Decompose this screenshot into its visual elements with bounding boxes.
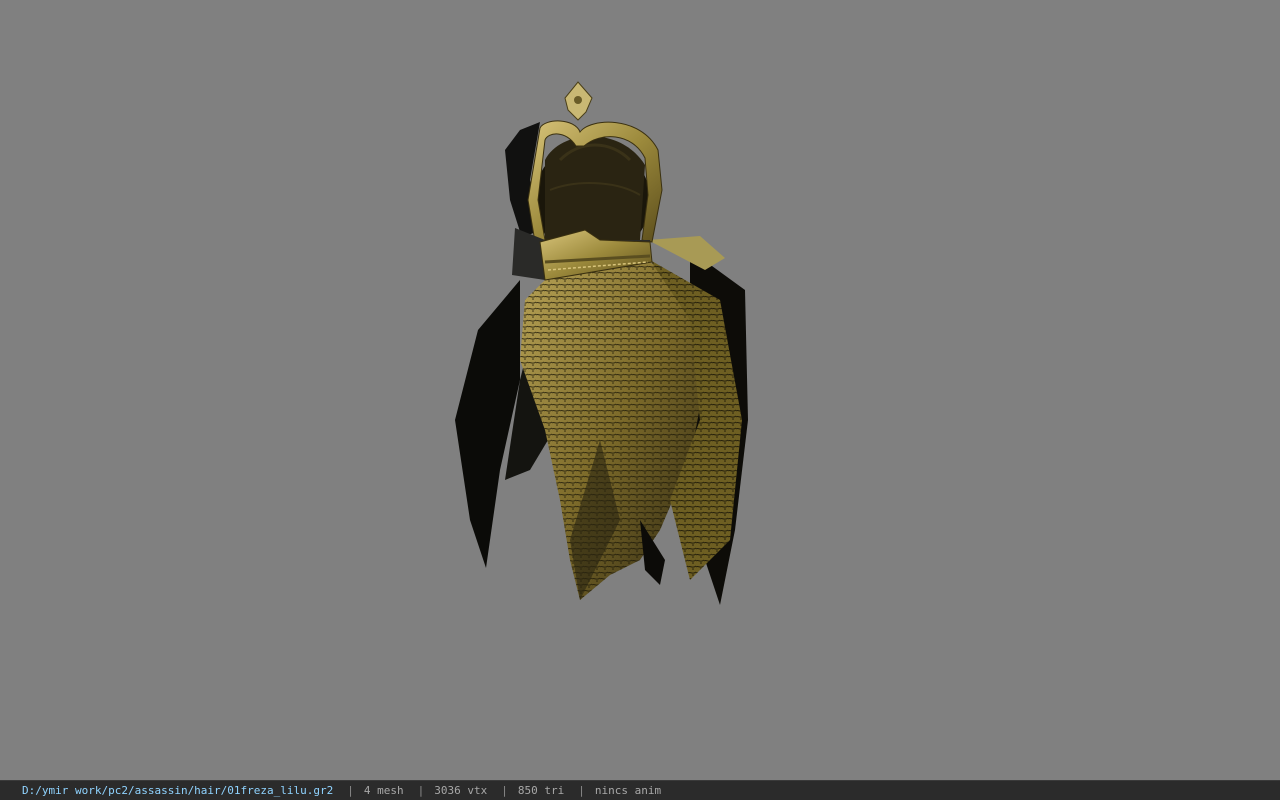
status-bar: D:/ymir work/pc2/assassin/hair/01freza_l… xyxy=(0,780,1280,800)
hair-crown-model[interactable] xyxy=(0,0,1280,780)
file-path-label: D:/ymir work/pc2/assassin/hair/01freza_l… xyxy=(22,784,334,797)
model-viewport[interactable] xyxy=(0,0,1280,780)
gold-drape xyxy=(520,260,742,600)
triangle-count-label: 850 tri xyxy=(517,784,565,797)
separator: | xyxy=(578,784,585,797)
animation-status-label: nincs anim xyxy=(594,784,662,797)
mesh-count-label: 4 mesh xyxy=(363,784,404,797)
separator: | xyxy=(501,784,508,797)
separator: | xyxy=(417,784,425,797)
vertex-count-label: 3036 vtx xyxy=(434,784,488,797)
separator: | xyxy=(347,784,354,797)
